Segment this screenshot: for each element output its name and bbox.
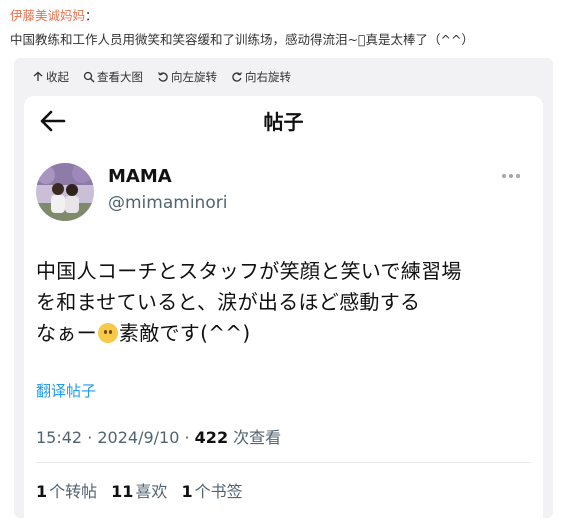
- avatar-photo: [36, 163, 94, 221]
- post-text-line: を和ませていると、涙が出るほど感動する: [36, 290, 421, 314]
- post-body: 中国人コーチとスタッフが笑顔と笑いで練習場 を和ませていると、涙が出るほど感動す…: [36, 256, 526, 349]
- post-screenshot: 帖子 MAMA @mimaminori 中国人コーチとスタッフが笑顔と笑いで練習…: [24, 96, 543, 526]
- rotate-right-button[interactable]: 向右旋转: [231, 69, 291, 85]
- weibo-content: 中国教练和工作人员用微笑和笑容缓和了训练场，感动得流泪~􀀀真是太棒了（^^）: [10, 32, 474, 47]
- collapse-button[interactable]: 收起: [32, 69, 69, 85]
- author-separator: ：: [85, 8, 98, 23]
- translate-post-link[interactable]: 翻译帖子: [36, 380, 96, 401]
- post-text-line: なぁー 素敵です(^^): [36, 318, 526, 349]
- post-text-line: 中国人コーチとスタッフが笑顔と笑いで練習場: [36, 259, 462, 283]
- rotate-left-label: 向左旋转: [171, 70, 217, 84]
- bookmarks-count: 1: [181, 482, 193, 501]
- collapse-label: 收起: [46, 70, 69, 84]
- likes-stat[interactable]: 11 喜欢: [111, 478, 167, 502]
- user-handle[interactable]: @mimaminori: [108, 193, 227, 213]
- bookmarks-stat[interactable]: 1 个书签: [181, 478, 242, 502]
- view-large-button[interactable]: 查看大图: [83, 69, 143, 85]
- bookmarks-label: 个书签: [194, 482, 243, 501]
- likes-count: 11: [111, 482, 134, 501]
- rotate-right-icon: [232, 72, 243, 82]
- post-text-fragment: なぁー: [36, 321, 97, 345]
- reposts-stat[interactable]: 1 个转帖: [36, 478, 97, 502]
- rotate-left-button[interactable]: 向左旋转: [157, 69, 217, 85]
- post-header: 帖子: [24, 96, 543, 146]
- page-title: 帖子: [263, 110, 304, 134]
- views-count: 422: [194, 428, 229, 447]
- post-meta: 15:42 · 2024/9/10 · 422 次查看: [36, 424, 281, 448]
- display-name[interactable]: MAMA: [108, 166, 172, 187]
- post-text-fragment: 素敵です(^^): [118, 321, 251, 345]
- rotate-left-icon: [157, 72, 168, 82]
- view-large-label: 查看大图: [97, 70, 143, 84]
- collapse-icon: [33, 71, 43, 81]
- likes-label: 喜欢: [135, 482, 168, 501]
- avatar[interactable]: [36, 163, 94, 221]
- weibo-post-text: 伊藤美诚妈妈： 中国教练和工作人员用微笑和笑容缓和了训练场，感动得流泪~􀀀真是太棒…: [10, 4, 560, 52]
- pleading-face-icon: [97, 323, 118, 343]
- reposts-count: 1: [36, 482, 48, 501]
- reposts-label: 个转帖: [49, 482, 98, 501]
- media-viewer: 收起 查看大图 向左旋转 向右旋转 帖子 MAMA @mimaminori 中国…: [14, 58, 553, 526]
- divider: [36, 462, 531, 463]
- views-label: 次查看: [228, 428, 282, 447]
- more-options-icon[interactable]: [501, 172, 521, 180]
- media-toolbar: 收起 查看大图 向左旋转 向右旋转: [32, 66, 291, 88]
- rotate-right-label: 向右旋转: [245, 70, 291, 84]
- author-name-link[interactable]: 伊藤美诚妈妈: [10, 8, 85, 23]
- search-icon: [83, 71, 95, 83]
- timestamp[interactable]: 15:42 · 2024/9/10 ·: [36, 428, 195, 447]
- post-stats: 1 个转帖 11 喜欢 1 个书签: [36, 478, 243, 502]
